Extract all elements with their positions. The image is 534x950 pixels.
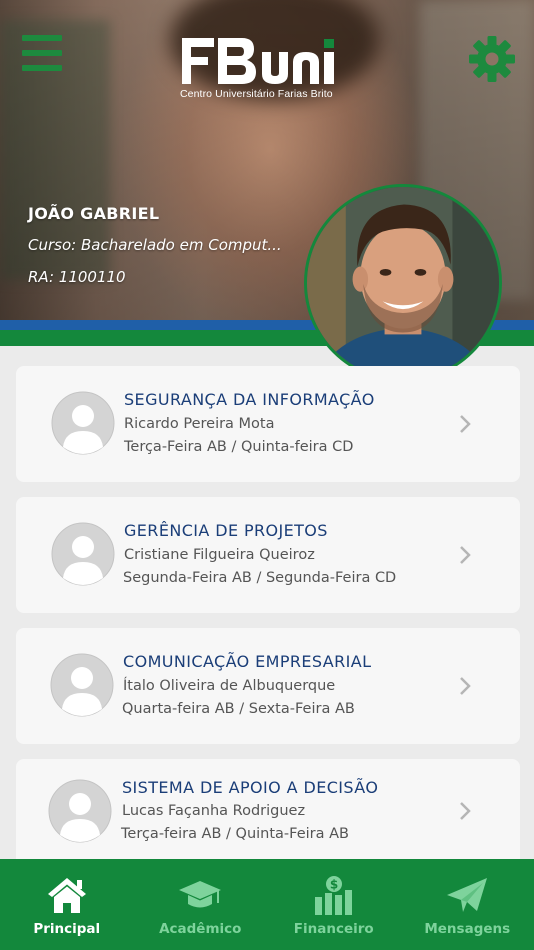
svg-text:$: $ <box>330 878 338 892</box>
nav-principal[interactable]: Principal <box>0 859 134 950</box>
logo-subtitle: Centro Universitário Farias Brito <box>180 88 333 100</box>
nav-label: Mensagens <box>424 921 511 937</box>
chevron-right-icon <box>460 802 471 820</box>
course-card[interactable]: SEGURANÇA DA INFORMAÇÃO Ricardo Pereira … <box>16 366 520 482</box>
course-title: GERÊNCIA DE PROJETOS <box>124 521 328 540</box>
finance-chart-icon: $ <box>314 876 352 915</box>
student-course: Curso: Bacharelado em Comput... <box>28 236 282 254</box>
student-name: JOÃO GABRIEL <box>28 204 160 223</box>
paper-plane-icon <box>447 878 488 912</box>
nav-label: Acadêmico <box>159 921 242 937</box>
course-card[interactable]: COMUNICAÇÃO EMPRESARIAL Ítalo Oliveira d… <box>16 628 520 744</box>
course-teacher: Cristiane Filgueira Queiroz <box>124 547 315 563</box>
chevron-right-icon <box>460 415 471 433</box>
course-schedule: Quarta-feira AB / Sexta-Feira AB <box>122 701 355 717</box>
chevron-right-icon <box>460 677 471 695</box>
course-teacher: Ricardo Pereira Mota <box>124 416 275 432</box>
nav-label: Financeiro <box>293 921 374 937</box>
student-avatar[interactable] <box>304 184 502 382</box>
course-title: SEGURANÇA DA INFORMAÇÃO <box>124 390 375 409</box>
hamburger-menu-icon[interactable] <box>22 35 62 73</box>
course-card[interactable]: SISTEMA DE APOIO A DECISÃO Lucas Façanha… <box>16 759 520 869</box>
course-title: COMUNICAÇÃO EMPRESARIAL <box>123 652 372 671</box>
nav-mensagens[interactable]: Mensagens <box>401 859 534 950</box>
fbuni-logo: Centro Universitário Farias Brito <box>180 36 346 100</box>
course-schedule: Segunda-Feira AB / Segunda-Feira CD <box>123 570 397 586</box>
fbuni-logo-mark <box>182 38 334 84</box>
student-ra: RA: 1100110 <box>28 268 126 286</box>
home-icon <box>47 878 86 913</box>
nav-academico[interactable]: Acadêmico <box>134 859 268 950</box>
teacher-avatar-icon <box>48 779 112 843</box>
student-photo <box>307 187 499 379</box>
course-title: SISTEMA DE APOIO A DECISÃO <box>122 778 379 797</box>
teacher-avatar-icon <box>50 653 114 717</box>
graduation-cap-icon <box>179 881 222 908</box>
chevron-right-icon <box>460 546 471 564</box>
course-schedule: Terça-Feira AB / Quinta-feira CD <box>124 439 354 455</box>
bottom-navigation: Principal Acadêmico $ Financeiro Mensage… <box>0 859 534 950</box>
course-teacher: Ítalo Oliveira de Albuquerque <box>123 678 336 694</box>
nav-label: Principal <box>33 921 101 937</box>
course-card[interactable]: GERÊNCIA DE PROJETOS Cristiane Filgueira… <box>16 497 520 613</box>
course-schedule: Terça-feira AB / Quinta-Feira AB <box>121 826 349 842</box>
gear-icon[interactable] <box>468 35 516 83</box>
teacher-avatar-icon <box>51 391 115 455</box>
course-teacher: Lucas Façanha Rodriguez <box>122 803 306 819</box>
nav-financeiro[interactable]: $ Financeiro <box>267 859 401 950</box>
teacher-avatar-icon <box>51 522 115 586</box>
